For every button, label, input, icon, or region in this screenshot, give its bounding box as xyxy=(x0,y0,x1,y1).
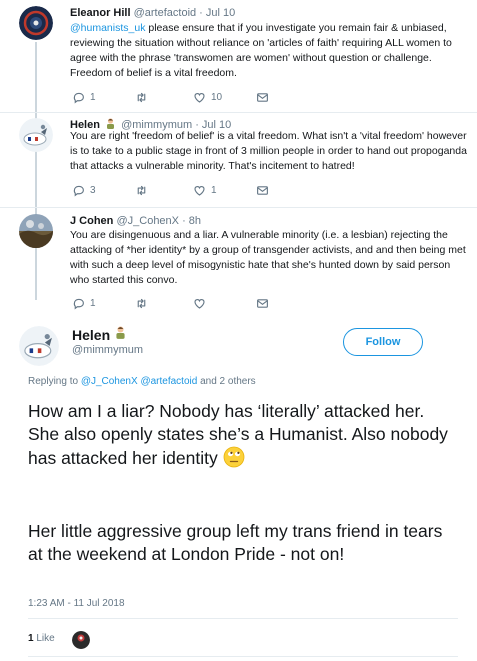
retweet-icon xyxy=(137,298,146,309)
heart-icon xyxy=(194,93,205,103)
tweet-header: J Cohen @J_CohenX · 8h xyxy=(70,214,201,228)
reply-button[interactable]: 1 xyxy=(72,91,96,104)
author-handle[interactable]: @J_CohenX xyxy=(116,215,179,227)
tweet-time[interactable]: Jul 10 xyxy=(206,7,235,19)
reply-icon xyxy=(73,298,84,310)
divider xyxy=(28,618,458,619)
person-emoji-icon xyxy=(114,326,127,343)
divider xyxy=(0,207,477,208)
retweet-button[interactable] xyxy=(135,91,153,104)
replying-to: Replying to @J_CohenX @artefactoid and 2… xyxy=(28,376,256,387)
divider xyxy=(28,656,458,657)
follow-button[interactable]: Follow xyxy=(343,328,423,356)
reply-button[interactable]: 3 xyxy=(72,184,96,197)
message-button[interactable] xyxy=(256,91,269,104)
liker-avatar[interactable] xyxy=(72,631,90,649)
message-icon xyxy=(257,93,268,102)
retweet-button[interactable] xyxy=(135,184,153,197)
tweet-text: @humanists_uk please ensure that if you … xyxy=(70,21,470,81)
likes-label: Like xyxy=(33,633,55,644)
like-count: 10 xyxy=(211,92,223,103)
heart-icon xyxy=(194,186,205,196)
author-name[interactable]: J Cohen xyxy=(70,215,113,227)
like-button[interactable]: 10 xyxy=(193,91,222,104)
heart-icon xyxy=(194,299,205,309)
tweet-timestamp[interactable]: 1:23 AM - 11 Jul 2018 xyxy=(28,598,125,609)
reply-tweet[interactable]: Helen @mimmymum · Jul 10 You are right '… xyxy=(0,115,477,210)
retweet-icon xyxy=(137,92,146,103)
replying-mentions[interactable]: @J_CohenX @artefactoid xyxy=(81,376,197,387)
reply-icon xyxy=(73,92,84,104)
retweet-button[interactable] xyxy=(135,297,153,310)
like-button[interactable]: 1 xyxy=(193,184,217,197)
tweet-text: How am I a liar? Nobody has ‘literally’ … xyxy=(28,400,458,474)
reply-button[interactable]: 1 xyxy=(72,297,96,310)
rolling-eyes-emoji xyxy=(223,446,245,472)
replying-prefix: Replying to xyxy=(28,376,81,387)
tweet-header: Eleanor Hill @artefactoid · Jul 10 xyxy=(70,6,235,20)
retweet-icon xyxy=(137,185,146,196)
replying-suffix[interactable]: and 2 others xyxy=(197,376,256,387)
author-name[interactable]: Eleanor Hill xyxy=(70,7,131,19)
message-button[interactable] xyxy=(256,297,269,310)
message-button[interactable] xyxy=(256,184,269,197)
like-count: 1 xyxy=(211,185,217,196)
reply-count: 1 xyxy=(90,92,96,103)
likes-count[interactable]: 1 Like xyxy=(28,633,55,644)
avatar[interactable] xyxy=(19,118,53,152)
separator: · xyxy=(179,215,189,227)
author-name[interactable]: Helen xyxy=(72,326,127,343)
tweet-time[interactable]: 8h xyxy=(189,215,201,227)
tweet-paragraph: Her little aggressive group left my tran… xyxy=(28,521,443,564)
author-handle[interactable]: @artefactoid xyxy=(134,7,197,19)
avatar[interactable] xyxy=(19,326,59,366)
divider xyxy=(0,112,477,113)
reply-count: 1 xyxy=(90,298,96,309)
reply-tweet[interactable]: Eleanor Hill @artefactoid · Jul 10 @huma… xyxy=(0,0,477,110)
mention-link[interactable]: @humanists_uk xyxy=(70,22,145,34)
author-name-text: Helen xyxy=(72,327,111,343)
tweet-text: You are right 'freedom of belief' is a v… xyxy=(70,130,467,172)
message-icon xyxy=(257,299,268,308)
avatar[interactable] xyxy=(19,6,53,40)
tweet-text: You are disingenuous and a liar. A vulne… xyxy=(70,229,466,286)
like-button[interactable] xyxy=(193,297,211,310)
avatar[interactable] xyxy=(19,214,53,248)
reply-tweet[interactable]: J Cohen @J_CohenX · 8h You are disingenu… xyxy=(0,211,477,316)
reply-count: 3 xyxy=(90,185,96,196)
author-handle[interactable]: @mimmymum xyxy=(72,344,143,356)
message-icon xyxy=(257,186,268,195)
separator: · xyxy=(196,7,206,19)
reply-icon xyxy=(73,185,84,197)
